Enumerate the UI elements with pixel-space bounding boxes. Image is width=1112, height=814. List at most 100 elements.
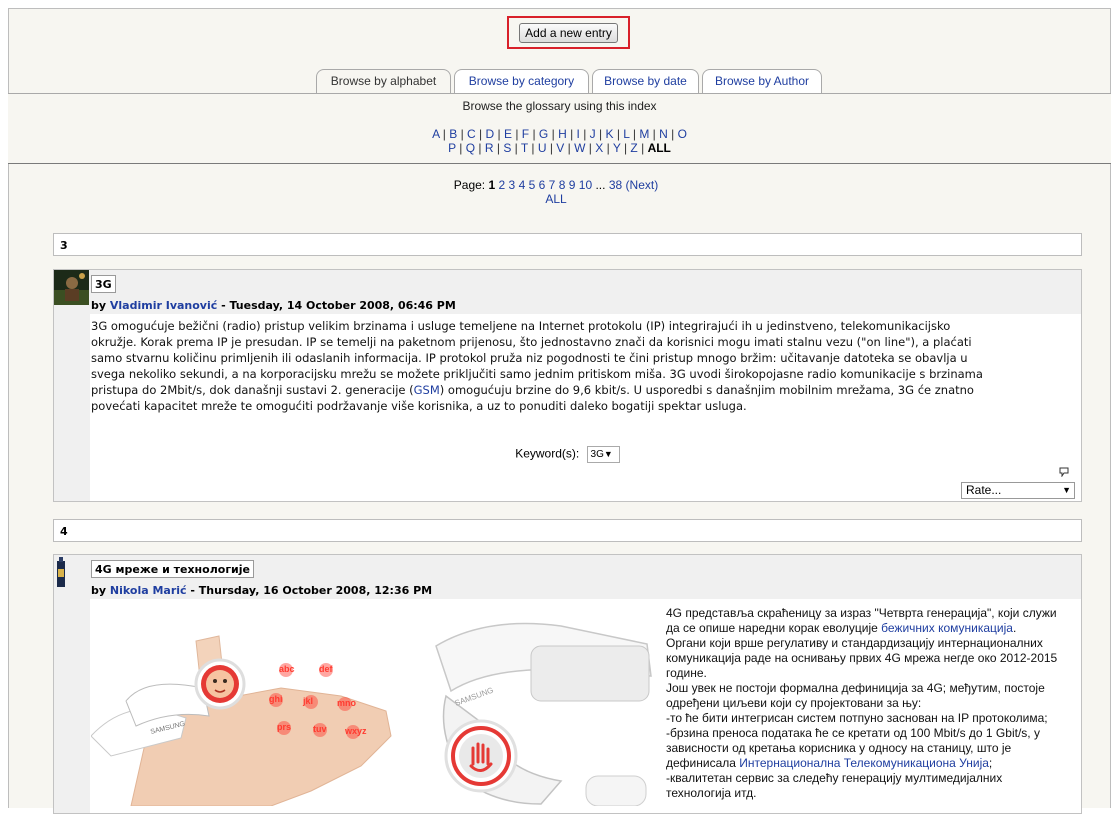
alphabet-index: Browse the glossary using this index A |… — [8, 93, 1111, 164]
page-link[interactable]: 8 — [559, 178, 566, 192]
definition-line: samo stvarnu količinu primljenih ili oda… — [91, 351, 968, 365]
letter-separator: | — [564, 141, 575, 155]
letter-separator: | — [667, 127, 678, 141]
page-link-next[interactable]: Next — [630, 178, 655, 192]
letter-separator: | — [566, 127, 577, 141]
letter-link-10[interactable]: Z — [630, 141, 637, 155]
page-link-last[interactable]: 38 — [609, 178, 622, 192]
definition-line: године. — [666, 666, 707, 680]
gsm-link[interactable]: GSM — [414, 383, 440, 397]
page-link[interactable]: 3 — [509, 178, 516, 192]
letter-link-6[interactable]: G — [539, 127, 548, 141]
entry-date: - Thursday, 16 October 2008, 12:36 PM — [186, 584, 433, 597]
letter-separator: | — [603, 141, 613, 155]
itu-link[interactable]: Интернационална Телекомуникациона Унија — [739, 756, 989, 770]
definition-line: 3G omogućuje bežični (radio) pristup vel… — [91, 319, 951, 333]
tab-label[interactable]: Browse by Author — [715, 74, 809, 88]
letter-link-14[interactable]: O — [678, 127, 687, 141]
definition-line: svega nekoliko sekundi, a na korporacijs… — [91, 367, 983, 381]
page-link[interactable]: 7 — [549, 178, 556, 192]
letter-all-current: ALL — [647, 141, 671, 155]
letter-separator: | — [620, 141, 631, 155]
chevron-down-icon: ▼ — [1062, 485, 1071, 495]
letter-separator: | — [439, 127, 450, 141]
letter-link-1[interactable]: Q — [466, 141, 475, 155]
author-avatar[interactable] — [54, 555, 89, 590]
definition-line: Органи који врше регулативу и стандардиз… — [666, 636, 1043, 650]
keywords-row: Keyword(s): 3G ▼ — [54, 446, 1081, 463]
letter-separator: | — [649, 127, 660, 141]
definition-line: одређени циљеви који су пројектовани за … — [666, 696, 922, 710]
letter-separator: | — [637, 141, 648, 155]
letter-separator: | — [455, 141, 466, 155]
page-link[interactable]: 10 — [579, 178, 592, 192]
definition-line: okružje. Korak prema IP je presudan. IP … — [91, 335, 972, 349]
chevron-down-icon: ▼ — [603, 449, 613, 459]
4g-devices-image: abc def ghi jkl mno prs tuv wxyz SAMSUNG… — [91, 606, 657, 806]
comment-icon[interactable] — [1059, 466, 1069, 480]
page-label: Page: — [453, 178, 486, 192]
tab-label: Browse by alphabet — [330, 74, 437, 88]
letter-separator: | — [475, 141, 485, 155]
wireless-comm-link[interactable]: бежичних комуникација — [881, 621, 1013, 635]
letter-link-5[interactable]: U — [538, 141, 547, 155]
page-link-all[interactable]: ALL — [545, 192, 566, 206]
rate-value: Rate... — [966, 483, 1002, 497]
tab-browse-by-author[interactable]: Browse by Author — [702, 69, 822, 93]
tab-browse-by-date[interactable]: Browse by date — [592, 69, 699, 93]
entry-concept: 3G — [91, 275, 116, 293]
letter-separator: | — [475, 127, 486, 141]
definition-line: pristupa do 2Mbit/s, dok današnji sustav… — [91, 382, 1076, 398]
definition-line: povećati kapacitet mreže te omogućiti po… — [91, 399, 747, 413]
next-paren-close: ) — [654, 178, 659, 192]
definition-line: -квалитетан сервис за следећу генерацију… — [666, 771, 1003, 785]
letter-link-7[interactable]: H — [558, 127, 567, 141]
letter-link-2[interactable]: C — [467, 127, 476, 141]
index-title: Browse the glossary using this index — [462, 99, 657, 113]
tab-browse-by-alphabet[interactable]: Browse by alphabet — [316, 69, 451, 94]
author-avatar[interactable] — [54, 270, 89, 305]
add-new-entry-button[interactable]: Add a new entry — [519, 22, 618, 43]
current-page: 1 — [488, 178, 496, 192]
letter-separator: | — [493, 141, 504, 155]
page-link[interactable]: 2 — [499, 178, 506, 192]
letter-link-2[interactable]: R — [485, 141, 494, 155]
letter-separator: | — [613, 127, 624, 141]
letter-link-3[interactable]: D — [486, 127, 495, 141]
tab-browse-by-category[interactable]: Browse by category — [454, 69, 589, 93]
browse-tabs: Browse by alphabet Browse by category Br… — [8, 69, 1111, 94]
letter-separator: | — [629, 127, 640, 141]
rate-select[interactable]: Rate... ▼ — [961, 482, 1075, 499]
page-link[interactable]: 4 — [519, 178, 526, 192]
letter-row-1: A | B | C | D | E | F | G | H | I | J | … — [8, 127, 1111, 141]
letter-link-4[interactable]: T — [521, 141, 528, 155]
by-label: by — [91, 584, 107, 597]
letter-separator: | — [511, 127, 522, 141]
letter-link-4[interactable]: E — [504, 127, 512, 141]
letter-links: A | B | C | D | E | F | G | H | I | J | … — [8, 127, 1111, 155]
definition-text: да се опише наредни корак еволуције — [666, 621, 882, 635]
letter-link-13[interactable]: N — [659, 127, 668, 141]
author-link[interactable]: Nikola Marić — [110, 584, 187, 597]
page-link[interactable]: 5 — [529, 178, 536, 192]
letter-link-7[interactable]: W — [574, 141, 585, 155]
definition-text: pristupa do 2Mbit/s, dok današnji sustav… — [91, 383, 414, 397]
tab-label[interactable]: Browse by category — [469, 74, 574, 88]
letter-link-12[interactable]: M — [639, 127, 649, 141]
definition-line: комуникација раде на оснивању првих 4G м… — [666, 651, 1058, 665]
letter-link-0[interactable]: P — [448, 141, 456, 155]
tab-label[interactable]: Browse by date — [604, 74, 687, 88]
definition-line: да се опише наредни корак еволуције бежи… — [666, 621, 1074, 636]
page-link[interactable]: 6 — [539, 178, 546, 192]
letter-link-9[interactable]: Y — [613, 141, 621, 155]
keyword-select[interactable]: 3G ▼ — [586, 446, 620, 463]
definition-line: 4G представља скраћеницу за израз "Четвр… — [666, 606, 1057, 620]
author-link[interactable]: Vladimir Ivanović — [110, 299, 217, 312]
entry-sidebar — [54, 314, 90, 501]
letter-separator: | — [585, 141, 596, 155]
letter-separator: | — [511, 141, 521, 155]
definition-text: дефинисала — [666, 756, 740, 770]
entry-byline: by Vladimir Ivanović - Tuesday, 14 Octob… — [91, 299, 456, 312]
page-link[interactable]: 9 — [569, 178, 576, 192]
section-letter-3: 3 — [53, 233, 1082, 256]
